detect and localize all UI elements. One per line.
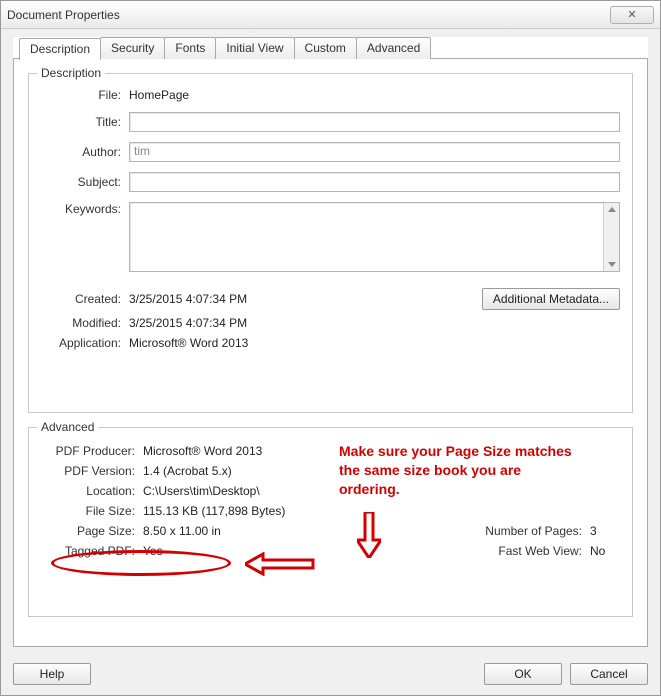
file-size-label: File Size: [41,504,143,518]
fast-web-view-value: No [590,544,620,558]
subject-label: Subject: [41,175,129,189]
window-close-button[interactable]: ✕ [610,6,654,24]
application-value: Microsoft® Word 2013 [129,336,248,350]
location-value: C:\Users\tim\Desktop\ [143,484,260,498]
author-input[interactable]: tim [129,142,620,162]
modified-value: 3/25/2015 4:07:34 PM [129,316,247,330]
keywords-input[interactable] [129,202,620,272]
tab-initial-view[interactable]: Initial View [215,37,294,59]
pdf-producer-value: Microsoft® Word 2013 [143,444,262,458]
modified-label: Modified: [41,316,129,330]
document-properties-dialog: Document Properties ✕ Description Securi… [0,0,661,696]
advanced-fieldset: Advanced PDF Producer: Microsoft® Word 2… [28,427,633,617]
close-icon: ✕ [627,8,636,21]
pdf-version-label: PDF Version: [41,464,143,478]
bottom-button-bar: Help OK Cancel [13,663,648,685]
tab-custom[interactable]: Custom [294,37,357,59]
tagged-pdf-value: Yes [143,544,163,558]
file-label: File: [41,88,129,102]
window-title: Document Properties [7,8,610,22]
tagged-pdf-label: Tagged PDF: [41,544,143,558]
created-label: Created: [41,292,129,306]
tab-description[interactable]: Description [19,38,101,60]
author-label: Author: [41,145,129,159]
keywords-label: Keywords: [41,202,129,216]
title-input[interactable] [129,112,620,132]
application-label: Application: [41,336,129,350]
tab-security[interactable]: Security [100,37,165,59]
help-button[interactable]: Help [13,663,91,685]
tab-fonts[interactable]: Fonts [164,37,216,59]
number-of-pages-label: Number of Pages: [470,524,590,538]
file-value: HomePage [129,88,189,102]
description-fieldset: Description File: HomePage Title: Author… [28,73,633,413]
tabstrip: Description Security Fonts Initial View … [19,37,648,59]
cancel-button[interactable]: Cancel [570,663,648,685]
location-label: Location: [41,484,143,498]
additional-metadata-button[interactable]: Additional Metadata... [482,288,620,310]
keywords-scrollbar[interactable] [603,203,619,271]
description-legend: Description [37,66,105,80]
pdf-producer-label: PDF Producer: [41,444,143,458]
number-of-pages-value: 3 [590,524,620,538]
title-label: Title: [41,115,129,129]
content-area: Description Security Fonts Initial View … [13,37,648,647]
subject-input[interactable] [129,172,620,192]
tab-page-description: Description File: HomePage Title: Author… [13,58,648,647]
created-value: 3/25/2015 4:07:34 PM [129,292,247,306]
pdf-version-value: 1.4 (Acrobat 5.x) [143,464,232,478]
tab-advanced[interactable]: Advanced [356,37,431,59]
ok-button[interactable]: OK [484,663,562,685]
file-size-value: 115.13 KB (117,898 Bytes) [143,504,285,518]
fast-web-view-label: Fast Web View: [470,544,590,558]
page-size-value: 8.50 x 11.00 in [143,524,221,538]
advanced-legend: Advanced [37,420,98,434]
page-size-label: Page Size: [41,524,143,538]
titlebar: Document Properties ✕ [1,1,660,29]
